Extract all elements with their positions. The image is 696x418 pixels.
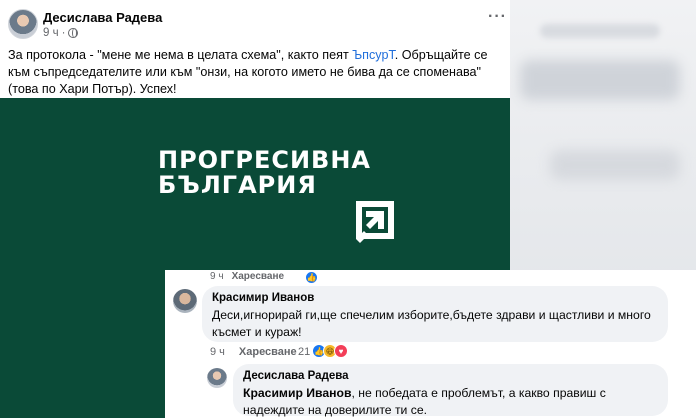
post-time[interactable]: 9 ч (43, 27, 59, 39)
like-button[interactable]: Харесване (232, 271, 285, 282)
comment-text: Деси,игнорирай ги,ще спечелим изборите,б… (212, 308, 651, 339)
author-avatar[interactable] (8, 9, 38, 39)
post-meta: 9 ч · (43, 27, 79, 39)
reactions[interactable]: 👍 😆 ♥ (312, 344, 348, 358)
mention-link[interactable]: ЪпсурТ (352, 48, 395, 62)
reply-author[interactable]: Десислава Радева (243, 370, 658, 382)
arrow-logo-icon (356, 201, 394, 243)
like-button[interactable]: Харесване (239, 346, 297, 358)
logo-text: ПРОГРЕСИВНА БЪЛГАРИЯ (158, 146, 372, 199)
reactions[interactable]: 👍 (305, 271, 318, 284)
reply-bubble: Десислава Радева Красимир Иванов, не поб… (233, 364, 668, 417)
love-reaction-icon: ♥ (334, 344, 348, 358)
reply-mention[interactable]: Красимир Иванов (243, 386, 351, 400)
reply-text: Красимир Иванов, не победата е проблемът… (243, 386, 606, 417)
reply-avatar[interactable] (207, 368, 227, 388)
comment-actions: 9 ч Харесване (210, 346, 297, 358)
globe-icon (68, 28, 79, 38)
comment-bubble: Красимир Иванов Деси,игнорирай ги,ще спе… (202, 286, 668, 342)
comments-panel: 9 ч Харесване 👍 Красимир Иванов Деси,игн… (165, 270, 696, 418)
post-author-name[interactable]: Десислава Радева (43, 10, 162, 25)
more-options-icon[interactable]: ··· (488, 9, 507, 25)
comment-author[interactable]: Красимир Иванов (212, 292, 658, 304)
reaction-count[interactable]: 21 (298, 346, 310, 358)
commenter-avatar[interactable] (173, 289, 197, 313)
like-reaction-icon: 👍 (305, 271, 318, 284)
previous-comment-actions: 9 ч Харесване (210, 271, 285, 282)
comment-time[interactable]: 9 ч (210, 346, 225, 358)
post-body-text: За протокола - "мене ме нема в целата сх… (8, 48, 488, 96)
